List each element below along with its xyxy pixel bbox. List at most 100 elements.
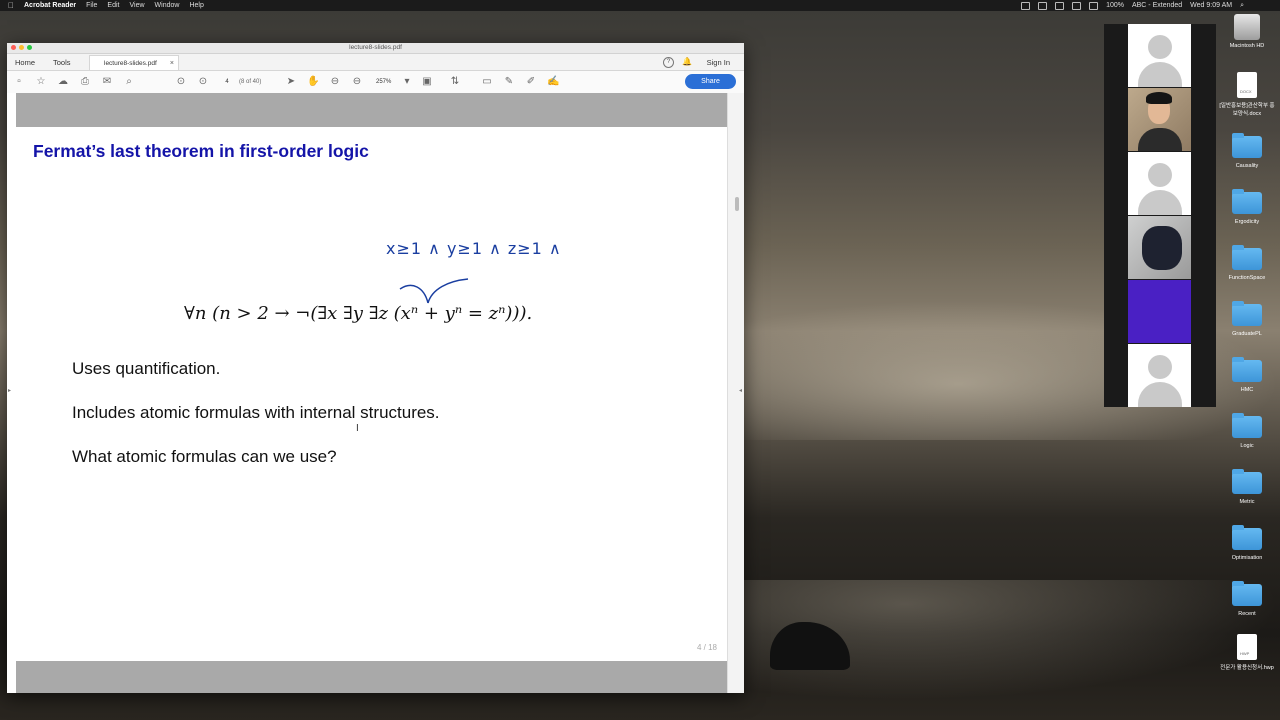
hard-disk-icon	[1234, 14, 1260, 40]
page-gap-top	[16, 93, 727, 127]
menu-help[interactable]: Help	[189, 0, 203, 11]
find-icon[interactable]: ⌕	[123, 76, 135, 88]
wifi-icon[interactable]	[1089, 2, 1099, 10]
left-panel-toggle-icon[interactable]: ▸	[8, 387, 11, 394]
sign-in-link[interactable]: Sign In	[707, 58, 730, 67]
participant-tile-5[interactable]	[1128, 280, 1191, 343]
status-icon[interactable]	[1038, 2, 1048, 10]
comment-icon[interactable]: ▭	[481, 76, 493, 88]
hand-tool-icon[interactable]: ✋	[307, 76, 319, 88]
zoom-level[interactable]: 257%	[376, 77, 391, 87]
desktop-icon-hwp[interactable]: HWP 전문가 활용신청서.hwp	[1217, 634, 1277, 671]
help-icon[interactable]: ?	[663, 57, 674, 68]
menubar-clock[interactable]: Wed 9:09 AM	[1190, 0, 1232, 11]
menu-edit[interactable]: Edit	[107, 0, 119, 11]
page-gap-bottom	[16, 661, 727, 693]
desktop-icon-optimisation[interactable]: Optimisation	[1217, 525, 1277, 561]
save-icon[interactable]: ▫	[13, 76, 25, 88]
highlight-pen-icon[interactable]: ✎	[503, 76, 515, 88]
input-source[interactable]: ABC - Extended	[1132, 0, 1182, 11]
folder-icon	[1232, 581, 1262, 606]
minimize-window-button[interactable]	[19, 45, 24, 50]
bluetooth-icon[interactable]	[1072, 2, 1082, 10]
desktop-icon-functionspace[interactable]: FunctionSpace	[1217, 245, 1277, 281]
search-icon[interactable]: ⌕	[1240, 0, 1244, 11]
print-icon[interactable]: ⎙	[79, 76, 91, 88]
vertical-scrollbar[interactable]: ◂	[727, 93, 744, 693]
select-cursor-icon[interactable]: ➤	[285, 76, 297, 88]
zoom-in-icon[interactable]: ⊖	[351, 76, 363, 88]
folder-icon	[1232, 133, 1262, 158]
bullet-atomic-formulas: Includes atomic formulas with internal s…	[72, 403, 440, 422]
avatar-body	[1138, 62, 1182, 87]
avatar-body	[1138, 382, 1182, 407]
time-machine-icon[interactable]	[1055, 2, 1065, 10]
battery-level[interactable]: 100%	[1106, 0, 1124, 11]
desktop-icon-metric[interactable]: Metric	[1217, 469, 1277, 505]
menu-window[interactable]: Window	[155, 0, 180, 11]
folder-icon	[1232, 413, 1262, 438]
document-file-icon: DOCX	[1237, 72, 1257, 98]
next-page-icon[interactable]: ⊙	[197, 76, 209, 88]
upload-cloud-icon[interactable]: ☁	[57, 76, 69, 88]
apple-menu-icon[interactable]: 	[8, 0, 14, 11]
zoom-dropdown-chevron-icon[interactable]: ▾	[401, 76, 413, 88]
desktop-icon-label: GraduatePL	[1232, 331, 1262, 337]
tab-bar: Home Tools lecture8-slides.pdf × ? 🔔 Sig…	[7, 54, 744, 71]
fill-sign-icon[interactable]: ✍	[547, 76, 559, 88]
desktop-icon-label: HMC	[1240, 387, 1254, 393]
zoom-window-button[interactable]	[27, 45, 32, 50]
desktop-icon-label: Recent	[1238, 611, 1256, 617]
desktop-icon-docx[interactable]: DOCX [일반홍보용]관산학부 홍보양식.docx	[1217, 72, 1277, 117]
menu-view[interactable]: View	[129, 0, 144, 11]
desktop-icon-logic[interactable]: Logic	[1217, 413, 1277, 449]
page-count: (8 of 40)	[239, 79, 262, 85]
desktop-icon-ergodicity[interactable]: Ergodicity	[1217, 189, 1277, 225]
participant-tile-2[interactable]	[1128, 88, 1191, 151]
folder-icon	[1232, 189, 1262, 214]
desktop-icon-hmc[interactable]: HMC	[1217, 357, 1277, 393]
participant-tile-4[interactable]	[1128, 216, 1191, 279]
email-icon[interactable]: ✉	[101, 76, 113, 88]
folder-icon	[1232, 525, 1262, 550]
desktop-icon-label: Causality	[1235, 163, 1259, 169]
desktop-icon-label: FunctionSpace	[1228, 275, 1266, 281]
menu-file[interactable]: File	[86, 0, 97, 11]
tab-document[interactable]: lecture8-slides.pdf ×	[89, 55, 179, 70]
dropbox-icon[interactable]	[1021, 2, 1031, 10]
person-shirt	[1138, 128, 1182, 151]
scrollbar-thumb[interactable]	[735, 197, 739, 211]
participant-tile-3[interactable]	[1128, 152, 1191, 215]
bookmark-star-icon[interactable]: ☆	[35, 76, 47, 88]
page-number-input[interactable]: 4	[221, 77, 233, 87]
slide-page: Fermat’s last theorem in first-order log…	[16, 127, 727, 661]
notification-bell-icon[interactable]: 🔔	[682, 57, 692, 66]
tab-document-label: lecture8-slides.pdf	[104, 60, 157, 67]
person-hair	[1146, 92, 1172, 104]
app-menu[interactable]: Acrobat Reader	[24, 0, 76, 11]
share-button[interactable]: Share	[685, 74, 736, 89]
folder-icon	[1232, 469, 1262, 494]
close-tab-icon[interactable]: ×	[170, 56, 174, 71]
right-panel-toggle-icon[interactable]: ◂	[739, 387, 742, 394]
desktop-icon-macintosh-hd[interactable]: Macintosh HD	[1217, 14, 1277, 49]
previous-page-icon[interactable]: ⊙	[175, 76, 187, 88]
scroll-mode-icon[interactable]: ⇅	[449, 76, 461, 88]
participant-tile-6[interactable]	[1128, 344, 1191, 407]
toolbar: ▫ ☆ ☁ ⎙ ✉ ⌕ ⊙ ⊙ 4 (8 of 40) ➤ ✋ ⊖ ⊖ 257%…	[7, 71, 744, 94]
avatar-icon	[1148, 355, 1172, 379]
draw-icon[interactable]: ✐	[525, 76, 537, 88]
tab-home[interactable]: Home	[15, 58, 35, 67]
document-viewer[interactable]: ▸ Fermat’s last theorem in first-order l…	[7, 93, 744, 693]
fit-page-icon[interactable]: ▣	[421, 76, 433, 88]
desktop-icon-label: Macintosh HD	[1229, 43, 1265, 49]
zoom-out-icon[interactable]: ⊖	[329, 76, 341, 88]
tab-tools[interactable]: Tools	[53, 58, 71, 67]
desktop-icon-label: Ergodicity	[1234, 219, 1260, 225]
slide-title: Fermat’s last theorem in first-order log…	[33, 141, 369, 161]
desktop-icon-recent[interactable]: Recent	[1217, 581, 1277, 617]
participant-tile-1[interactable]	[1128, 24, 1191, 87]
close-window-button[interactable]	[11, 45, 16, 50]
desktop-icon-causality[interactable]: Causality	[1217, 133, 1277, 169]
desktop-icon-graduatepl[interactable]: GraduatePL	[1217, 301, 1277, 337]
